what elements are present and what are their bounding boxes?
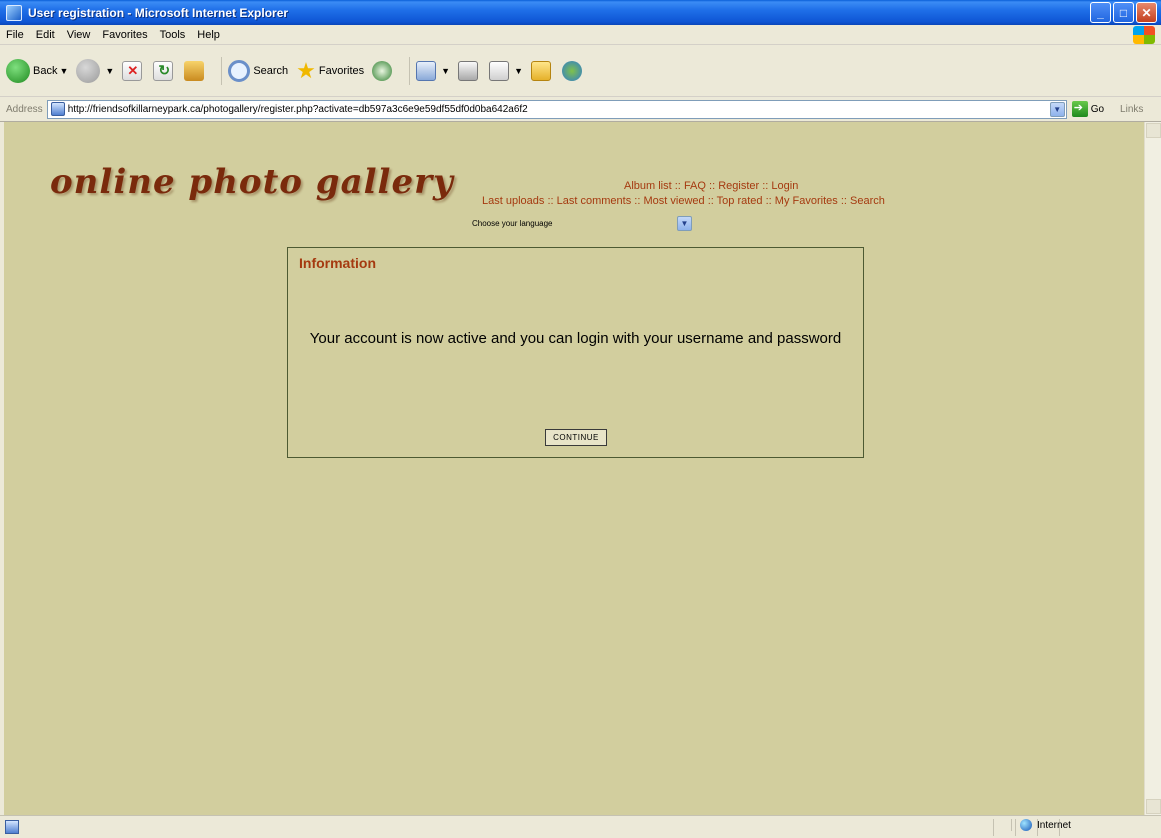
- back-dropdown-icon[interactable]: ▼: [59, 66, 68, 76]
- folder-button[interactable]: [531, 60, 554, 81]
- menu-bar: File Edit View Favorites Tools Help: [0, 25, 1161, 45]
- address-url[interactable]: http://friendsofkillarneypark.ca/photoga…: [68, 104, 528, 115]
- title-bar: User registration - Microsoft Internet E…: [0, 0, 1161, 25]
- search-label: Search: [253, 64, 289, 77]
- window-controls: _ □ ✕: [1090, 2, 1157, 23]
- home-button[interactable]: [184, 60, 207, 81]
- print-icon: [458, 60, 479, 81]
- search-button[interactable]: Search: [228, 59, 289, 82]
- page-viewport: online photo gallery Album list :: FAQ :…: [4, 122, 1144, 815]
- close-button[interactable]: ✕: [1136, 2, 1157, 23]
- maximize-button[interactable]: □: [1113, 2, 1134, 23]
- minimize-button[interactable]: _: [1090, 2, 1111, 23]
- scroll-up-icon[interactable]: [1146, 123, 1161, 138]
- nav-last-comments[interactable]: Last comments: [557, 195, 632, 207]
- forward-dropdown-icon[interactable]: ▼: [105, 66, 114, 76]
- nav-separator: ::: [840, 195, 847, 207]
- internet-globe-icon: [1020, 819, 1032, 831]
- mail-dropdown-icon[interactable]: ▼: [441, 66, 450, 76]
- favorites-star-icon: ★: [296, 57, 316, 83]
- activation-message: Your account is now active and you can l…: [309, 330, 842, 347]
- information-panel: Information Your account is now active a…: [287, 247, 864, 458]
- print-button[interactable]: [458, 60, 481, 81]
- history-icon: [372, 60, 393, 81]
- standard-toolbar: Back ▼ ▼ Search ★ Favorites ▼ ▼: [0, 45, 1161, 97]
- go-button[interactable]: Go: [1071, 101, 1105, 117]
- go-arrow-icon: [1071, 101, 1088, 117]
- mail-button[interactable]: ▼: [416, 60, 450, 81]
- toolbar-separator: [409, 56, 411, 85]
- zone-label: Internet: [1037, 819, 1071, 831]
- information-title: Information: [299, 255, 376, 271]
- address-input[interactable]: http://friendsofkillarneypark.ca/photoga…: [46, 99, 1067, 119]
- refresh-button[interactable]: [153, 60, 176, 81]
- go-label: Go: [1090, 103, 1105, 115]
- edit-page-icon: [489, 60, 510, 81]
- language-dropdown-icon[interactable]: ▼: [677, 216, 692, 231]
- history-button[interactable]: [372, 60, 395, 81]
- toolbar-separator: [221, 56, 223, 85]
- messenger-icon: [562, 60, 582, 81]
- back-button[interactable]: Back ▼: [6, 58, 68, 83]
- home-icon: [184, 60, 205, 81]
- menu-tools[interactable]: Tools: [160, 29, 186, 41]
- back-arrow-icon: [6, 58, 30, 83]
- site-logo[interactable]: online photo gallery: [50, 162, 454, 202]
- search-icon: [228, 59, 251, 82]
- nav-register[interactable]: Register: [718, 180, 759, 192]
- nav-separator: ::: [547, 195, 554, 207]
- nav-most-viewed[interactable]: Most viewed: [643, 195, 704, 207]
- security-zone[interactable]: Internet: [1011, 819, 1151, 831]
- nav-separator: ::: [709, 180, 716, 192]
- stop-icon: [122, 60, 143, 81]
- folder-icon: [531, 60, 551, 81]
- nav-separator: ::: [762, 180, 769, 192]
- nav-top-rated[interactable]: Top rated: [717, 195, 763, 207]
- favorites-button[interactable]: ★ Favorites: [296, 58, 364, 84]
- scroll-down-icon[interactable]: [1146, 799, 1161, 814]
- address-dropdown-icon[interactable]: ▼: [1049, 101, 1065, 117]
- menu-view[interactable]: View: [67, 29, 91, 41]
- nav-my-favorites[interactable]: My Favorites: [775, 195, 838, 207]
- nav-separator: ::: [674, 180, 681, 192]
- edit-dropdown-icon[interactable]: ▼: [514, 66, 523, 76]
- back-label: Back: [33, 64, 58, 77]
- nav-faq[interactable]: FAQ: [684, 180, 706, 192]
- mail-icon: [416, 60, 437, 81]
- forward-arrow-icon: [76, 58, 101, 83]
- nav-separator: ::: [707, 195, 714, 207]
- nav-album-list[interactable]: Album list: [624, 180, 672, 192]
- messenger-button[interactable]: [562, 60, 585, 81]
- window-title: User registration - Microsoft Internet E…: [28, 5, 289, 20]
- favorites-label: Favorites: [318, 64, 365, 77]
- nav-login[interactable]: Login: [771, 180, 798, 192]
- menu-help[interactable]: Help: [197, 29, 220, 41]
- nav-separator: ::: [634, 195, 641, 207]
- address-bar: Address http://friendsofkillarneypark.ca…: [0, 97, 1161, 122]
- nav-last-uploads[interactable]: Last uploads: [482, 195, 544, 207]
- windows-logo-icon: [1133, 26, 1155, 44]
- stop-button[interactable]: [122, 60, 145, 81]
- links-button[interactable]: Links: [1120, 104, 1143, 115]
- vertical-scrollbar[interactable]: [1144, 122, 1161, 815]
- refresh-icon: [153, 60, 174, 81]
- menu-favorites[interactable]: Favorites: [102, 29, 147, 41]
- edit-button[interactable]: ▼: [489, 60, 523, 81]
- language-select[interactable]: Choose your language ▼: [465, 215, 693, 232]
- nav-secondary: Last uploads :: Last comments :: Most vi…: [482, 195, 885, 207]
- status-page-icon: [5, 820, 19, 834]
- forward-button[interactable]: ▼: [76, 58, 114, 83]
- language-select-value: Choose your language: [472, 219, 553, 228]
- nav-search[interactable]: Search: [850, 195, 885, 207]
- menu-file[interactable]: File: [6, 29, 24, 41]
- continue-button[interactable]: CONTINUE: [545, 429, 607, 446]
- status-bar: Internet: [0, 815, 1161, 838]
- nav-primary: Album list :: FAQ :: Register :: Login: [624, 180, 798, 192]
- address-label: Address: [6, 103, 43, 115]
- nav-separator: ::: [765, 195, 772, 207]
- menu-edit[interactable]: Edit: [36, 29, 55, 41]
- page-icon: [50, 102, 65, 116]
- ie-app-icon[interactable]: [6, 4, 22, 21]
